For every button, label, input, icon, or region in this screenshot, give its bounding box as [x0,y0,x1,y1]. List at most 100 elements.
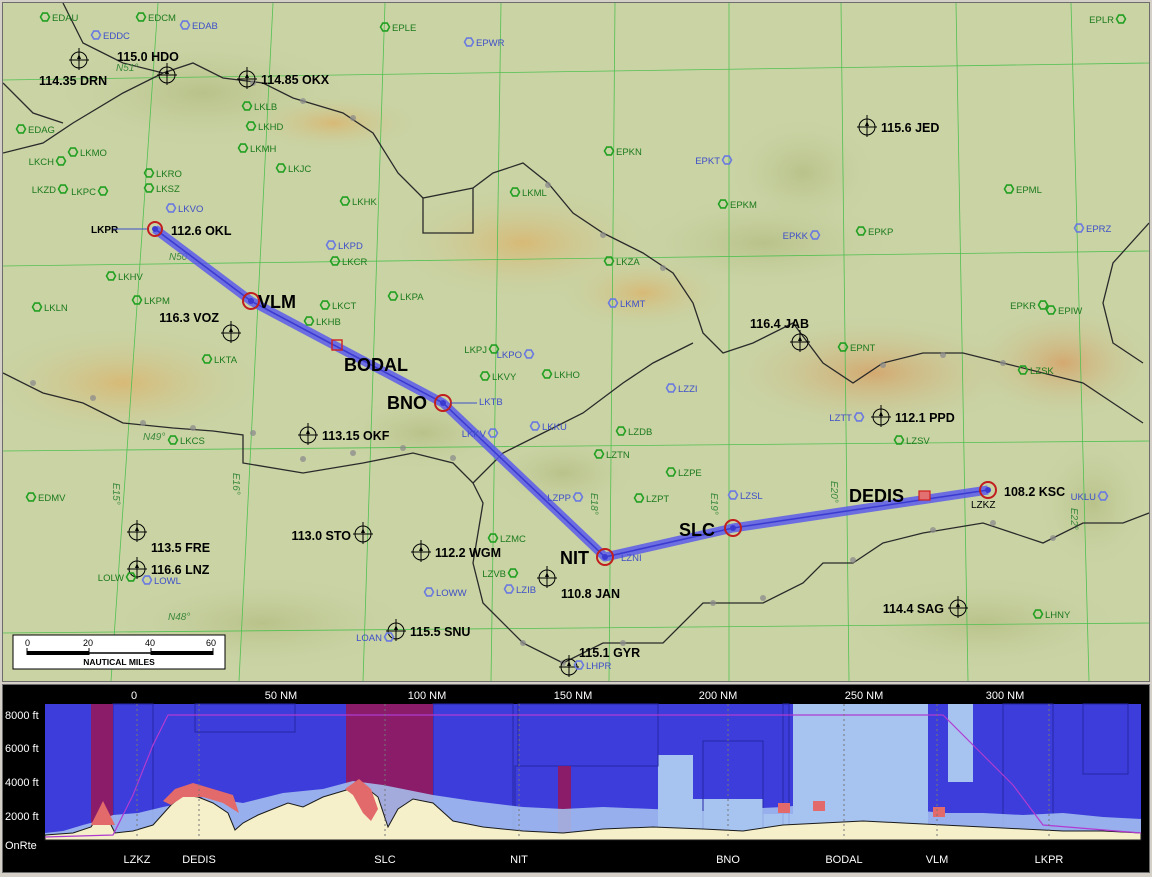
airport-edcm-icon[interactable]: EDCM [135,12,177,24]
waypoint-dedis-marker[interactable] [918,490,931,501]
airport-lkro-icon[interactable]: LKRO [143,168,182,180]
airport-lzib-icon[interactable]: LZIB [503,584,537,596]
airport-lkct-icon[interactable]: LKCT [319,300,357,312]
airport-lkku-icon[interactable]: LKKU [529,421,567,433]
airport-lkpd-icon[interactable]: LKPD [325,240,363,252]
airport-lkch-icon[interactable]: LKCH [29,156,67,168]
airport-lkho-icon[interactable]: LKHO [541,369,580,381]
airport-epwr-icon[interactable]: EPWR [463,37,505,49]
airport-lzpe-icon[interactable]: LZPE [665,467,702,479]
vertical-profile-panel[interactable]: 0 50 NM 100 NM 150 NM 200 NM 250 NM 300 … [2,684,1150,873]
airport-lkhb-icon[interactable]: LKHB [303,316,341,328]
lat-label-n48: N48° [168,612,190,623]
airport-epkk-label: EPKK [783,231,809,242]
airport-eplr-icon[interactable]: EPLR [1089,14,1127,26]
scale-bar: 0 20 40 60 NAUTICAL MILES [12,634,226,670]
airport-lkhk-icon[interactable]: LKHK [339,196,378,208]
airport-lkpa-icon[interactable]: LKPA [387,291,425,303]
airport-loww-icon[interactable]: LOWW [423,587,467,599]
airport-lolw-icon[interactable]: LOLW [98,572,137,584]
airport-eplr-label: EPLR [1089,15,1114,26]
airport-eprz-label: EPRZ [1086,224,1112,235]
airport-epkn-icon[interactable]: EPKN [603,146,643,158]
airport-lkza-label: LKZA [616,257,640,268]
airport-lzvb-icon[interactable]: LZVB [482,568,519,580]
label-dedis: DEDIS [849,486,904,506]
label-bodal: BODAL [344,355,408,375]
airport-eple-icon[interactable]: EPLE [379,22,417,34]
map-view[interactable]: N51° N50° N49° N48° E16° E15° E18° E19° … [2,2,1150,682]
airport-edmv-icon[interactable]: EDMV [25,492,67,504]
label-vlm: VLM [258,292,296,312]
airport-lkvo-icon[interactable]: LKVO [165,203,204,215]
airport-lzsl-icon[interactable]: LZSL [727,490,763,502]
airport-lkmh-label: LKMH [250,144,277,155]
lat-label-n51: N51° [116,63,138,74]
alt-tick-8000: 8000 ft [5,710,39,722]
airport-lzmc-icon[interactable]: LZMC [487,533,527,545]
airport-lkpa-label: LKPA [400,292,424,303]
scale-tick-40: 40 [145,638,155,648]
airport-edab-icon[interactable]: EDAB [179,20,218,32]
vertical-profile-chart[interactable]: 0 50 NM 100 NM 150 NM 200 NM 250 NM 300 … [3,685,1149,872]
profile-wp-nit: NIT [510,854,528,866]
airport-lkvy-icon[interactable]: LKVY [479,371,517,383]
lat-label-n49: N49° [143,432,165,443]
airport-lkpc-icon[interactable]: LKPC [71,186,109,198]
map-canvas[interactable]: N51° N50° N49° N48° E16° E15° E18° E19° … [3,3,1149,681]
airport-eprz-icon[interactable]: EPRZ [1073,223,1112,235]
vor-ksc-icon[interactable]: 108.2 KSC [1004,485,1065,499]
airport-lzdb-icon[interactable]: LZDB [615,426,653,438]
lon-label-e18: E18° [588,493,599,515]
airport-lkcr-icon[interactable]: LKCR [329,256,368,268]
airport-epml-icon[interactable]: EPML [1003,184,1042,196]
airport-lkpj-label: LKPJ [464,345,487,356]
airport-edag-label: EDAG [28,125,55,136]
airport-eddc-icon[interactable]: EDDC [90,30,131,42]
airport-edau-label: EDAU [52,13,79,24]
airport-lhpr-icon[interactable]: LHPR [573,660,612,672]
airport-lzpt-icon[interactable]: LZPT [633,493,670,505]
airport-lkpm-icon[interactable]: LKPM [131,295,170,307]
airport-lzsv-icon[interactable]: LZSV [893,435,931,447]
airport-edag-icon[interactable]: EDAG [15,124,55,136]
airport-lzvb-label: LZVB [482,569,506,580]
airport-lkpo-label: LKPO [497,350,522,361]
vor-wgm-icon[interactable]: 112.2 WGM [411,540,501,562]
airport-lkhk-label: LKHK [352,197,377,208]
label-lzni: LZNI [621,553,642,564]
airport-epkm-label: EPKM [730,200,757,211]
label-lktb: LKTB [479,397,503,408]
profile-waypoint-labels: LZKZ DEDIS SLC NIT BNO BODAL VLM LKPR [124,854,1064,866]
airport-lzpe-label: LZPE [678,468,702,479]
airport-lkhv-icon[interactable]: LKHV [105,271,144,283]
profile-wp-bno: BNO [716,854,740,866]
airport-lkjc-icon[interactable]: LKJC [275,163,312,175]
flight-planner-window: N51° N50° N49° N48° E16° E15° E18° E19° … [0,0,1152,873]
airport-lksz-icon[interactable]: LKSZ [143,183,180,195]
airport-lowl-icon[interactable]: LOWL [141,575,181,587]
airport-lklb-label: LKLB [254,102,277,113]
label-slc: SLC [679,520,715,540]
vor-fre-icon[interactable]: 113.5 FRE [127,520,210,555]
airport-lkzd-icon[interactable]: LKZD [32,184,69,196]
airport-eddc-label: EDDC [103,31,130,42]
airport-eple-label: EPLE [392,23,416,34]
airport-lowl-label: LOWL [154,576,181,587]
lon-label-e19: E19° [708,493,719,515]
airport-epml-label: EPML [1016,185,1042,196]
airport-lzzi-icon[interactable]: LZZI [665,383,698,395]
airport-edau-icon[interactable]: EDAU [39,12,79,24]
airport-edcm-label: EDCM [148,13,176,24]
vor-jed-icon[interactable]: 115.6 JED [857,115,939,137]
vor-ppd-label: 112.1 PPD [895,411,955,425]
airport-lkln-icon[interactable]: LKLN [31,302,68,314]
airport-lkmo-icon[interactable]: LKMO [67,147,107,159]
airport-lzmc-label: LZMC [500,534,526,545]
vor-okl-icon[interactable]: 112.6 OKL [171,224,232,238]
vor-sto-icon[interactable]: 113.0 STO [291,522,373,544]
airport-lkpj-icon[interactable]: LKPJ [464,344,500,356]
vor-jan-icon[interactable]: 110.8 JAN [537,566,620,601]
airport-lkpm-label: LKPM [144,296,170,307]
airport-lkpo-icon[interactable]: LKPO [497,349,535,361]
